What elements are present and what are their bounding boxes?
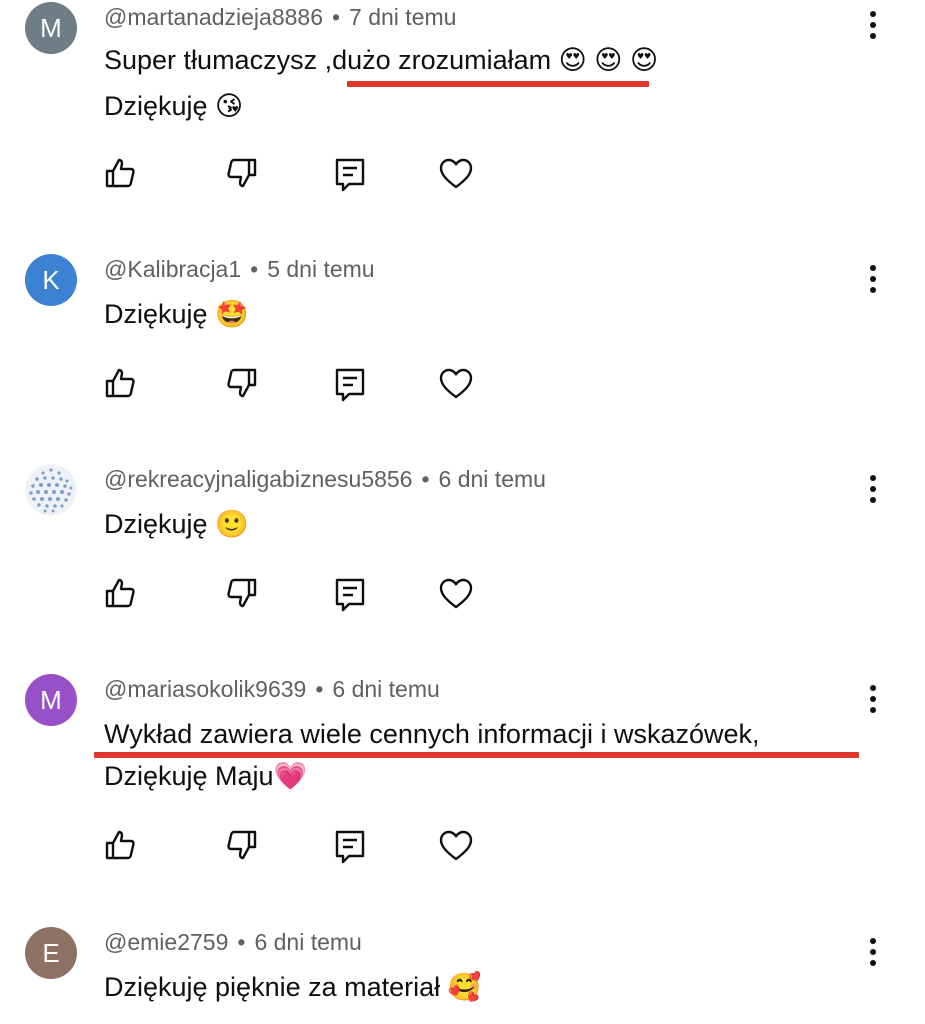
more-vertical-icon[interactable] [860, 262, 886, 296]
comment-actions [104, 828, 484, 868]
comment-text-line: Dziękuję Maju💗 [104, 761, 308, 791]
avatar[interactable]: M [25, 2, 77, 54]
dislike-icon[interactable] [222, 156, 258, 192]
comment-meta: @Kalibracja1 • 5 dni temu [104, 256, 375, 283]
avatar[interactable]: M [25, 674, 77, 726]
highlight-underline [347, 81, 649, 87]
heart-icon[interactable] [438, 156, 474, 192]
separator: • [331, 4, 341, 30]
reply-icon[interactable] [332, 576, 368, 612]
reply-icon[interactable] [332, 366, 368, 402]
timestamp[interactable]: 7 dni temu [349, 4, 456, 30]
heart-icon[interactable] [438, 366, 474, 402]
comment-text-line: Dziękuję pięknie za materiał 🥰 [104, 972, 482, 1002]
heart-icon[interactable] [438, 576, 474, 612]
comment-actions [104, 156, 484, 196]
author-name[interactable]: @mariasokolik9639 [104, 676, 306, 702]
separator: • [421, 466, 430, 492]
comment-text-line: Dziękuję 😘 [104, 91, 244, 121]
comment-meta: @mariasokolik9639 • 6 dni temu [104, 676, 440, 703]
heart-icon[interactable] [438, 828, 474, 864]
avatar[interactable]: K [25, 254, 77, 306]
comment-text-line: Dziękuję 🤩 [104, 299, 249, 329]
comment-actions [104, 576, 484, 616]
comment-meta: @rekreacyjnaligabiznesu5856 • 6 dni temu [104, 466, 546, 493]
reply-icon[interactable] [332, 156, 368, 192]
author-name[interactable]: @rekreacyjnaligabiznesu5856 [104, 466, 412, 492]
more-vertical-icon[interactable] [860, 935, 886, 969]
timestamp[interactable]: 6 dni temu [254, 929, 361, 955]
separator: • [250, 256, 259, 282]
more-vertical-icon[interactable] [860, 472, 886, 506]
comment-text-line: Wykład zawiera wiele cennych informacji … [104, 719, 760, 749]
avatar[interactable]: E [25, 927, 77, 979]
highlight-underline [94, 752, 859, 758]
dislike-icon[interactable] [222, 576, 258, 612]
separator: • [315, 676, 324, 702]
like-icon[interactable] [104, 828, 140, 864]
more-vertical-icon[interactable] [860, 682, 886, 716]
comment-actions [104, 366, 484, 406]
timestamp[interactable]: 5 dni temu [267, 256, 374, 282]
comment-text-line: Dziękuję 🙂 [104, 509, 249, 539]
avatar[interactable] [25, 464, 77, 516]
author-name[interactable]: @emie2759 [104, 929, 228, 955]
reply-icon[interactable] [332, 828, 368, 864]
like-icon[interactable] [104, 366, 140, 402]
separator: • [237, 929, 246, 955]
like-icon[interactable] [104, 576, 140, 612]
dislike-icon[interactable] [222, 828, 258, 864]
more-vertical-icon[interactable] [860, 8, 886, 42]
author-name[interactable]: @Kalibracja1 [104, 256, 241, 282]
comment-text-line: Super tłumaczysz ,dużo zrozumiałam 😍 😍 😍 [104, 45, 659, 75]
author-name[interactable]: @martanadzieja8886 [104, 4, 323, 30]
timestamp[interactable]: 6 dni temu [439, 466, 546, 492]
globe-pattern-icon [26, 465, 76, 515]
comment-meta: @emie2759 • 6 dni temu [104, 929, 362, 956]
like-icon[interactable] [104, 156, 140, 192]
comment-meta: @martanadzieja8886 • 7 dni temu [104, 4, 456, 31]
dislike-icon[interactable] [222, 366, 258, 402]
timestamp[interactable]: 6 dni temu [332, 676, 439, 702]
